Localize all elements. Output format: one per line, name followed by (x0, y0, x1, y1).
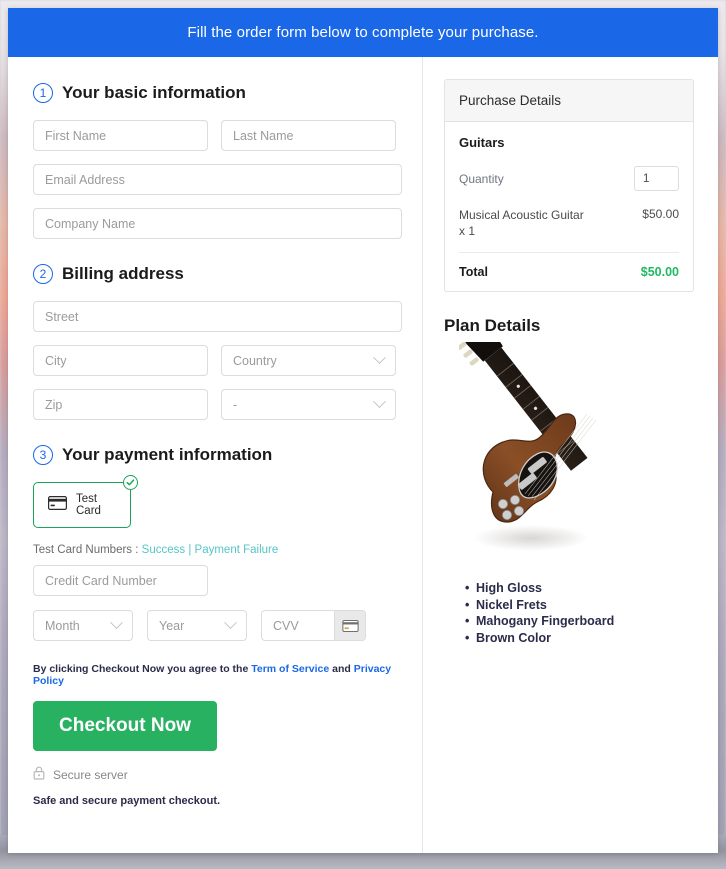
step-title-basic-information: Your basic information (62, 83, 246, 102)
test-card-numbers-line: Test Card Numbers : Success | Payment Fa… (33, 544, 402, 556)
zip-state-row: Zip - (33, 389, 402, 420)
last-name-input[interactable]: Last Name (221, 120, 396, 151)
cvv-input[interactable]: CVV (261, 610, 366, 641)
state-select[interactable]: - (221, 389, 396, 420)
step-heading-payment-information: 3 Your payment information (33, 445, 402, 465)
state-select-value: - (233, 397, 238, 412)
cvv-help-card-icon[interactable] (334, 611, 365, 640)
line-item-amount: $50.00 (642, 207, 679, 221)
country-select[interactable]: Country (221, 345, 396, 376)
purchase-details-header: Purchase Details (445, 80, 693, 122)
step-heading-basic-information: 1 Your basic information (33, 83, 402, 103)
first-name-input[interactable]: First Name (33, 120, 208, 151)
step-number-1: 1 (33, 83, 53, 103)
expiry-cvv-row: Month Year CVV (33, 610, 402, 641)
check-circle-icon (123, 475, 138, 490)
agreement-text: By clicking Checkout Now you agree to th… (33, 663, 402, 687)
plan-feature-item: Brown Color (465, 630, 694, 647)
payment-failure-link[interactable]: Payment Failure (195, 544, 279, 556)
line-item-row: Musical Acoustic Guitar x 1 $50.00 (459, 207, 679, 254)
line-item-description: Musical Acoustic Guitar x 1 (459, 208, 584, 239)
chevron-down-icon (110, 616, 123, 630)
chevron-down-icon (224, 616, 237, 630)
purchase-details-card: Purchase Details Guitars Quantity 1 Musi… (444, 79, 694, 293)
cvv-placeholder: CVV (273, 618, 299, 633)
product-name: Guitars (459, 135, 505, 150)
test-card-numbers-label: Test Card Numbers : (33, 544, 139, 556)
safe-checkout-note: Safe and secure payment checkout. (33, 795, 221, 807)
step-heading-billing-address: 2 Billing address (33, 264, 402, 284)
expiry-year-select[interactable]: Year (147, 610, 247, 641)
expiry-month-value: Month (45, 618, 80, 633)
product-image (444, 336, 694, 572)
country-select-value: Country (233, 353, 277, 368)
test-card-option[interactable]: Test Card (33, 482, 131, 528)
checkout-now-button[interactable]: Checkout Now (33, 701, 217, 751)
plan-feature-list: High Gloss Nickel Frets Mahogany Fingerb… (444, 580, 694, 646)
chevron-down-icon (373, 351, 386, 365)
quantity-label: Quantity (459, 171, 504, 186)
test-card-option-wrap: Test Card (33, 475, 138, 528)
page-banner: Fill the order form below to complete yo… (8, 8, 718, 57)
credit-card-number-input[interactable]: Credit Card Number (33, 565, 208, 596)
test-card-option-label: Test Card (76, 493, 101, 517)
plan-feature-item: High Gloss (465, 580, 694, 597)
secure-server-note: Secure server (33, 766, 402, 783)
zip-input[interactable]: Zip (33, 389, 208, 420)
email-input[interactable]: Email Address (33, 164, 402, 195)
link-separator: | (188, 544, 192, 556)
credit-card-icon (48, 495, 67, 515)
order-form-column: 1 Your basic information First Name Last… (8, 57, 423, 853)
street-input[interactable]: Street (33, 301, 402, 332)
city-country-row: City Country (33, 345, 402, 376)
expiry-year-value: Year (159, 618, 185, 633)
plan-details-title: Plan Details (444, 316, 541, 336)
plan-feature-item: Mahogany Fingerboard (465, 613, 694, 630)
summary-column: Purchase Details Guitars Quantity 1 Musi… (423, 57, 718, 853)
company-row: Company Name (33, 208, 402, 239)
agreement-conjunction: and (332, 663, 351, 675)
checkout-body: 1 Your basic information First Name Last… (8, 57, 718, 853)
success-link[interactable]: Success (142, 544, 185, 556)
total-row: Total $50.00 (459, 253, 679, 279)
plan-feature-item: Nickel Frets (465, 597, 694, 614)
purchase-details-body: Guitars Quantity 1 Musical Acoustic Guit… (445, 122, 693, 291)
secure-server-label: Secure server (53, 767, 128, 782)
city-input[interactable]: City (33, 345, 208, 376)
lock-icon (33, 766, 45, 783)
chevron-down-icon (373, 395, 386, 409)
step-number-2: 2 (33, 264, 53, 284)
credit-card-row: Credit Card Number (33, 565, 402, 596)
electric-guitar-illustration (459, 341, 597, 551)
expiry-month-select[interactable]: Month (33, 610, 133, 641)
step-title-billing-address: Billing address (62, 264, 184, 283)
total-amount: $50.00 (640, 265, 679, 280)
checkout-page: Fill the order form below to complete yo… (8, 8, 718, 853)
quantity-row: Quantity 1 (459, 166, 679, 191)
company-name-input[interactable]: Company Name (33, 208, 402, 239)
street-row: Street (33, 301, 402, 332)
step-number-3: 3 (33, 445, 53, 465)
agreement-prefix: By clicking Checkout Now you agree to th… (33, 663, 249, 675)
quantity-input[interactable]: 1 (634, 166, 679, 191)
name-row: First Name Last Name (33, 120, 402, 151)
terms-of-service-link[interactable]: Term of Service (251, 663, 329, 675)
step-title-payment-information: Your payment information (62, 445, 273, 464)
email-row: Email Address (33, 164, 402, 195)
total-label: Total (459, 265, 488, 280)
